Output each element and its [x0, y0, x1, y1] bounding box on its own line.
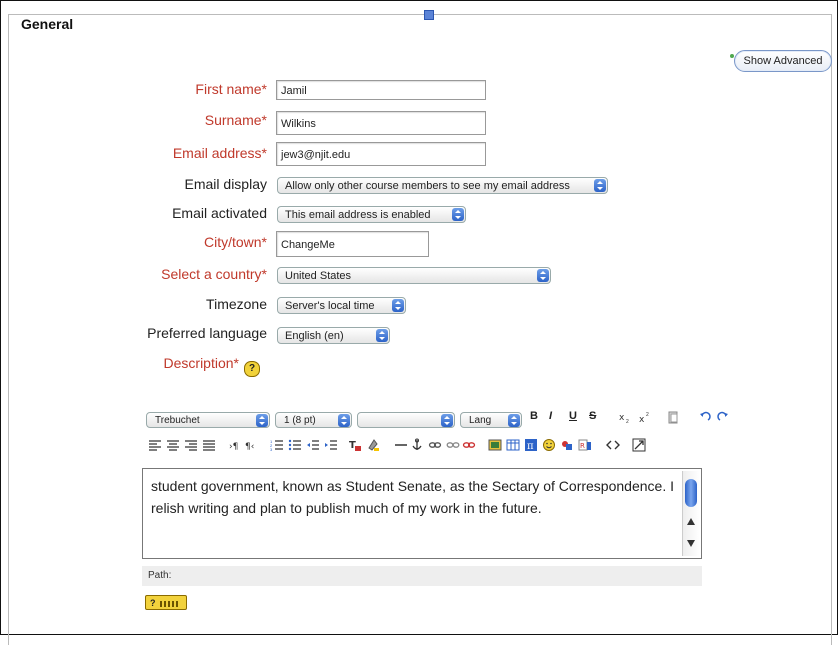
outdent-icon[interactable] — [306, 438, 320, 452]
align-center-icon[interactable] — [166, 438, 180, 452]
keyboard-icon — [159, 600, 180, 607]
size-select[interactable]: 1 (8 pt) — [275, 412, 352, 428]
svg-text:›¶: ›¶ — [229, 442, 238, 452]
image-icon[interactable] — [488, 438, 502, 452]
background-color-icon[interactable] — [366, 438, 380, 452]
link-icon[interactable] — [428, 438, 442, 452]
font-select[interactable]: Trebuchet — [146, 412, 270, 428]
horizontal-rule-icon[interactable] — [394, 438, 408, 452]
align-left-icon[interactable] — [148, 438, 162, 452]
scrollbar-thumb[interactable] — [685, 479, 697, 507]
svg-text:x: x — [619, 413, 625, 423]
strikethrough-button[interactable]: S — [589, 410, 596, 422]
italic-button[interactable]: I — [549, 410, 552, 422]
country-select[interactable]: United States — [277, 267, 551, 284]
email-display-value: Allow only other course members to see m… — [285, 180, 570, 192]
country-label: Select a country* — [161, 266, 267, 282]
size-value: 1 (8 pt) — [284, 415, 316, 426]
timezone-label: Timezone — [206, 296, 267, 312]
svg-text:T: T — [349, 440, 356, 451]
svg-text:3: 3 — [270, 447, 273, 452]
timezone-select[interactable]: Server's local time — [277, 297, 406, 314]
align-justify-icon[interactable] — [202, 438, 216, 452]
email-activated-value: This email address is enabled — [285, 209, 431, 221]
surname-label: Surname* — [204, 112, 267, 128]
email-display-label: Email display — [184, 176, 267, 192]
editor-toolbar: Trebuchet 1 (8 pt) Lang B I U S x2 x2 ›¶… — [142, 406, 728, 464]
city-label: City/town* — [203, 234, 267, 250]
svg-text:x: x — [639, 415, 645, 424]
surname-input[interactable]: Wilkins — [276, 111, 486, 135]
select-arrow-icon — [376, 329, 388, 342]
table-icon[interactable] — [506, 438, 520, 452]
svg-text:R: R — [580, 442, 585, 450]
bold-button[interactable]: B — [530, 410, 538, 422]
lang-select[interactable]: Lang — [460, 412, 522, 428]
select-arrow-icon — [594, 179, 606, 192]
editor-scrollbar[interactable] — [682, 471, 699, 556]
description-text[interactable]: student government, known as Student Sen… — [151, 475, 676, 519]
select-arrow-icon — [537, 269, 549, 282]
editor-path-bar: Path: — [142, 566, 702, 586]
show-advanced-button[interactable]: Show Advanced — [734, 50, 832, 72]
font-value: Trebuchet — [155, 415, 200, 426]
select-arrow-icon — [508, 414, 520, 427]
section-legend: General — [17, 16, 78, 32]
fullscreen-icon[interactable] — [632, 438, 646, 452]
path-label: Path: — [148, 570, 172, 581]
html-source-icon[interactable] — [606, 438, 620, 452]
timezone-value: Server's local time — [285, 300, 375, 312]
special-char-icon[interactable] — [560, 438, 574, 452]
rtl-icon[interactable]: ¶‹ — [244, 438, 258, 452]
scroll-up-icon[interactable] — [687, 518, 695, 525]
text-color-icon[interactable]: T — [348, 438, 362, 452]
email-label: Email address* — [172, 145, 267, 161]
select-arrow-icon — [441, 414, 453, 427]
email-display-select[interactable]: Allow only other course members to see m… — [277, 177, 608, 194]
align-right-icon[interactable] — [184, 438, 198, 452]
paste-icon[interactable] — [666, 410, 680, 424]
editor-help-button[interactable]: ? — [145, 595, 187, 610]
country-value: United States — [285, 270, 352, 282]
svg-text:¶‹: ¶‹ — [245, 442, 254, 452]
email-activated-select[interactable]: This email address is enabled — [277, 206, 466, 223]
description-label: Description* — [163, 355, 239, 371]
help-icon[interactable]: ? — [244, 361, 260, 377]
select-arrow-icon — [338, 414, 350, 427]
unlink-icon[interactable] — [446, 438, 460, 452]
email-activated-label: Email activated — [172, 205, 267, 221]
svg-text:2: 2 — [646, 412, 649, 418]
firstname-input[interactable]: Jamil — [276, 80, 486, 100]
language-select[interactable]: English (en) — [277, 327, 390, 344]
email-input[interactable]: jew3@njit.edu — [276, 142, 486, 166]
svg-text:2: 2 — [626, 419, 629, 424]
city-input[interactable]: ChangeMe — [276, 231, 429, 257]
select-arrow-icon — [392, 299, 404, 312]
indent-icon[interactable] — [324, 438, 338, 452]
anchor-icon[interactable] — [410, 438, 424, 452]
description-editor[interactable]: student government, known as Student Sen… — [142, 468, 702, 559]
select-arrow-icon — [256, 414, 268, 427]
marker-icon — [424, 10, 434, 20]
firstname-label: First name* — [195, 81, 267, 97]
undo-icon[interactable] — [698, 410, 712, 424]
unordered-list-icon[interactable] — [288, 438, 302, 452]
search-replace-icon[interactable]: R — [578, 438, 592, 452]
scroll-down-icon[interactable] — [687, 540, 695, 547]
svg-text:π: π — [527, 441, 534, 452]
redo-icon[interactable] — [716, 410, 730, 424]
superscript-icon[interactable]: x2 — [638, 410, 652, 424]
language-value: English (en) — [285, 330, 344, 342]
format-select[interactable] — [357, 412, 455, 428]
smiley-icon[interactable] — [542, 438, 556, 452]
lang-value: Lang — [469, 415, 492, 426]
subscript-icon[interactable]: x2 — [618, 410, 632, 424]
underline-button[interactable]: U — [569, 410, 577, 422]
select-arrow-icon — [452, 208, 464, 221]
tex-icon[interactable]: π — [524, 438, 538, 452]
ltr-icon[interactable]: ›¶ — [228, 438, 242, 452]
nolink-icon[interactable] — [462, 438, 476, 452]
language-label: Preferred language — [147, 325, 267, 341]
ordered-list-icon[interactable]: 123 — [270, 438, 284, 452]
